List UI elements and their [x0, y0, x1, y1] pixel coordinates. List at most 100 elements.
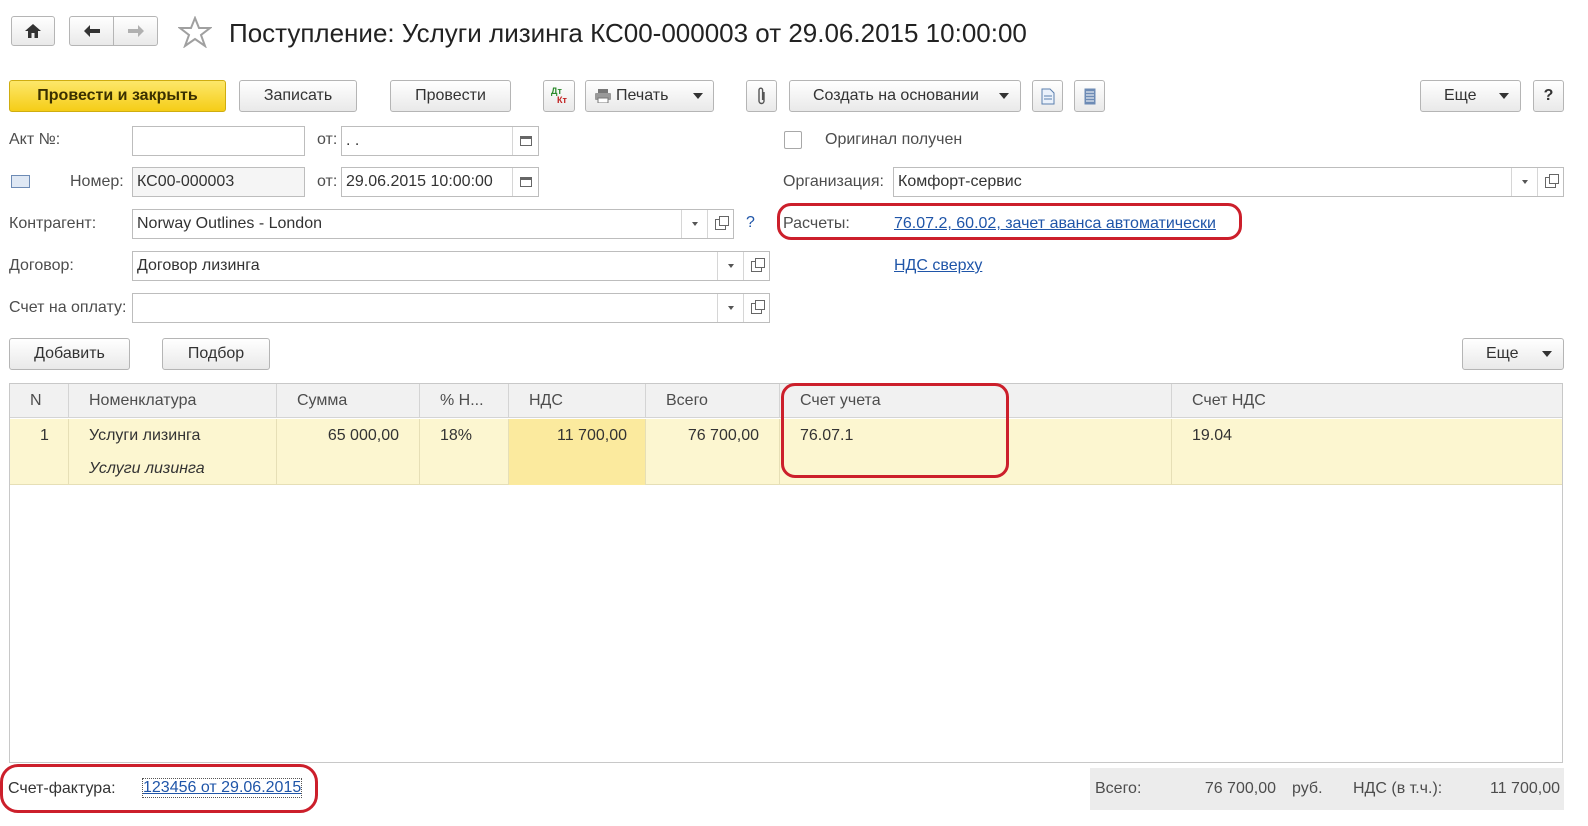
post-and-close-button[interactable]: Провести и закрыть	[9, 80, 226, 112]
favorite-star-icon[interactable]	[177, 15, 213, 53]
invoice-open-button[interactable]	[743, 294, 769, 322]
date-from-label: от:	[317, 173, 338, 190]
dt-kt-icon: Дт Кт	[551, 86, 567, 105]
dt-kt-button[interactable]: Дт Кт	[543, 80, 575, 112]
col-header-n[interactable]: N	[10, 384, 69, 418]
open-icon	[751, 257, 765, 272]
col-header-vat-account[interactable]: Счет НДС	[1172, 384, 1564, 418]
help-button[interactable]: ?	[1533, 80, 1564, 112]
home-button[interactable]	[11, 16, 55, 46]
col-header-vat-rate[interactable]: % Н...	[420, 384, 509, 418]
act-number-label: Акт №:	[9, 131, 61, 148]
contractor-label: Контрагент:	[9, 215, 97, 232]
chevron-down-icon	[1542, 351, 1552, 357]
document-button[interactable]	[1032, 80, 1063, 112]
chevron-down-icon	[999, 93, 1009, 99]
settlements-annotation-oval	[777, 203, 1242, 240]
document-icon	[1041, 88, 1054, 104]
invoice-annotation-oval	[0, 764, 318, 813]
post-button[interactable]: Провести	[390, 80, 511, 112]
cell-vat-account[interactable]: 19.04	[1172, 419, 1564, 485]
invoice-for-payment-label: Счет на оплату:	[9, 299, 127, 316]
chevron-down-icon	[691, 222, 698, 226]
number-input[interactable]: КС00-000003	[132, 167, 305, 197]
create-based-on-button[interactable]: Создать на основании	[789, 80, 1021, 112]
number-label: Номер:	[70, 173, 124, 190]
calendar-button[interactable]	[512, 168, 538, 196]
paperclip-icon	[757, 87, 765, 105]
cell-vat-rate[interactable]: 18%	[420, 419, 509, 485]
total-label: Всего:	[1095, 780, 1142, 797]
organization-dropdown-button[interactable]	[1511, 168, 1537, 196]
organization-open-button[interactable]	[1537, 168, 1563, 196]
report-button[interactable]	[1074, 80, 1105, 112]
page-title: Поступление: Услуги лизинга КС00-000003 …	[229, 18, 1027, 48]
vat-total-value: 11 700,00	[1490, 780, 1560, 797]
chevron-down-icon	[693, 93, 703, 99]
act-number-input[interactable]	[132, 126, 305, 156]
original-received-checkbox[interactable]	[784, 131, 802, 149]
col-header-nomenclature[interactable]: Номенклатура	[69, 384, 277, 418]
contractor-value: Norway Outlines - London	[137, 215, 322, 232]
table-more-button[interactable]: Еще	[1462, 338, 1564, 370]
contract-label: Договор:	[9, 257, 74, 274]
cell-vat[interactable]: 11 700,00	[509, 419, 646, 485]
contract-open-button[interactable]	[743, 252, 769, 280]
col-header-total[interactable]: Всего	[646, 384, 780, 418]
organization-label: Организация:	[783, 173, 884, 190]
table-more-label: Еще	[1486, 345, 1519, 362]
currency-label: руб.	[1292, 780, 1323, 797]
add-row-button[interactable]: Добавить	[9, 338, 130, 370]
list-report-icon	[1084, 88, 1095, 104]
open-icon	[1545, 173, 1559, 188]
original-received-label: Оригинал получен	[825, 131, 963, 148]
total-value: 76 700,00	[1204, 780, 1276, 797]
cell-sum[interactable]: 65 000,00	[277, 419, 420, 485]
contractor-open-button[interactable]	[707, 210, 733, 238]
vat-on-top-link[interactable]: НДС сверху	[894, 257, 982, 275]
invoice-for-payment-input[interactable]	[132, 293, 770, 323]
cell-n: 1	[10, 419, 69, 485]
account-column-annotation-oval	[781, 383, 1009, 478]
pick-button[interactable]: Подбор	[162, 338, 270, 370]
vat-total-label: НДС (в т.ч.):	[1353, 780, 1443, 797]
more-label: Еще	[1444, 87, 1477, 104]
chevron-down-icon	[1521, 180, 1528, 184]
cell-nomenclature[interactable]: Услуги лизинга Услуги лизинга	[69, 419, 277, 485]
invoice-dropdown-button[interactable]	[717, 294, 743, 322]
arrow-left-icon	[83, 25, 100, 37]
open-icon	[715, 215, 729, 230]
contract-value: Договор лизинга	[137, 257, 260, 274]
contractor-help-link[interactable]: ?	[746, 214, 755, 232]
act-date-input[interactable]: . .	[341, 126, 539, 156]
open-icon	[751, 299, 765, 314]
organization-value: Комфорт-сервис	[898, 173, 1022, 190]
contractor-input[interactable]: Norway Outlines - London	[132, 209, 734, 239]
save-button[interactable]: Записать	[239, 80, 357, 112]
chevron-down-icon	[727, 264, 734, 268]
forward-button[interactable]	[113, 16, 158, 46]
calendar-icon	[519, 136, 532, 146]
document-list-icon	[11, 175, 30, 188]
home-icon	[25, 24, 41, 38]
print-button[interactable]: Печать	[585, 80, 714, 112]
chevron-down-icon	[727, 306, 734, 310]
calendar-icon	[519, 177, 532, 187]
printer-icon	[595, 89, 611, 103]
create-based-on-label: Создать на основании	[813, 87, 979, 104]
back-button[interactable]	[69, 16, 114, 46]
organization-input[interactable]: Комфорт-сервис	[893, 167, 1564, 197]
print-label: Печать	[616, 87, 669, 104]
contract-input[interactable]: Договор лизинга	[132, 251, 770, 281]
date-input[interactable]: 29.06.2015 10:00:00	[341, 167, 539, 197]
nomenclature-description: Услуги лизинга	[89, 460, 205, 477]
contractor-dropdown-button[interactable]	[681, 210, 707, 238]
more-button[interactable]: Еще	[1420, 80, 1521, 112]
col-header-sum[interactable]: Сумма	[277, 384, 420, 418]
calendar-button[interactable]	[512, 127, 538, 155]
chevron-down-icon	[1499, 93, 1509, 99]
col-header-vat[interactable]: НДС	[509, 384, 646, 418]
act-date-from-label: от:	[317, 131, 338, 148]
contract-dropdown-button[interactable]	[717, 252, 743, 280]
attach-button[interactable]	[746, 80, 777, 112]
